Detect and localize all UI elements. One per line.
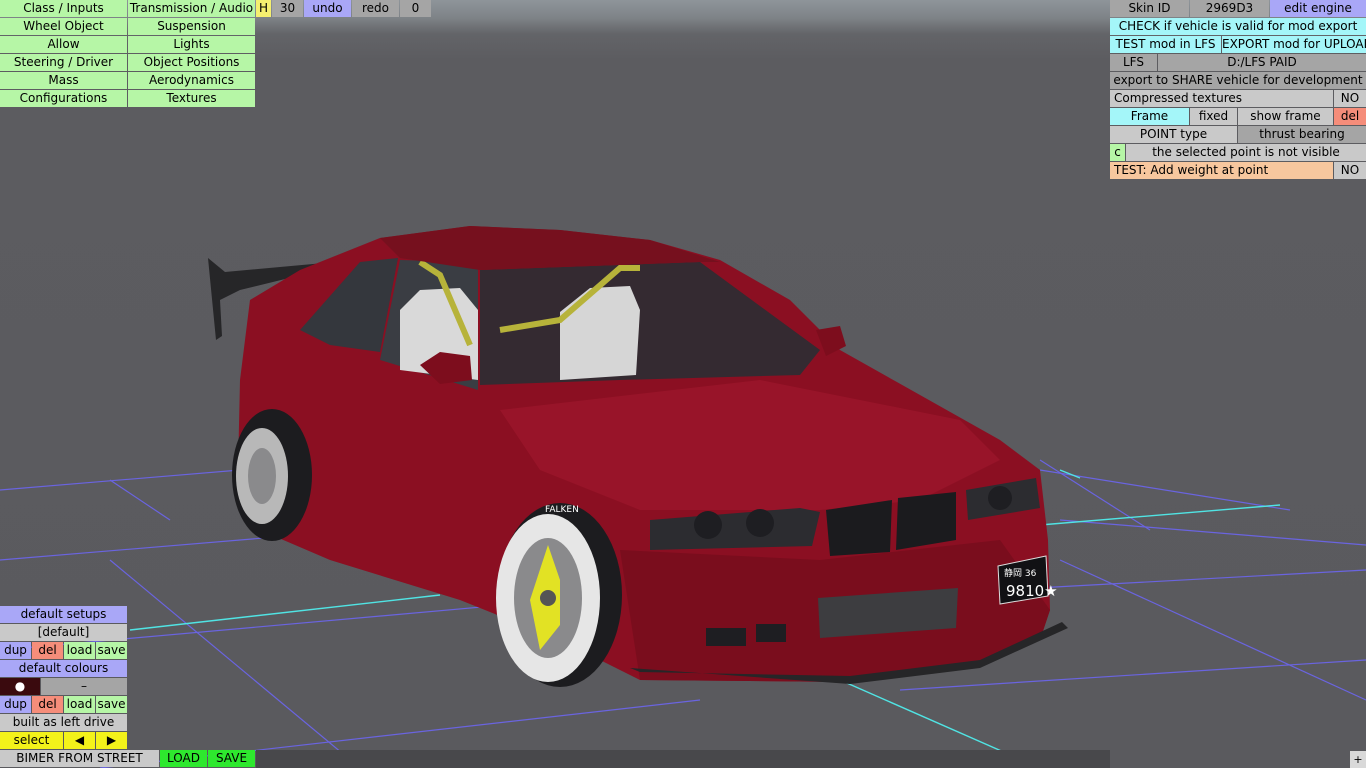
default-setups-header: default setups <box>0 606 127 623</box>
allow-button[interactable]: Allow <box>0 36 127 53</box>
h-value-field[interactable]: 30 <box>272 0 303 17</box>
textures-button[interactable]: Textures <box>128 90 255 107</box>
colour-slot[interactable]: – <box>41 678 127 695</box>
add-weight-button[interactable]: TEST: Add weight at point <box>1110 162 1333 179</box>
built-as-left-drive-toggle[interactable]: built as left drive <box>0 714 127 731</box>
export-share-button[interactable]: export to SHARE vehicle for development <box>1110 72 1366 89</box>
load-vehicle-button[interactable]: LOAD <box>160 750 207 767</box>
setup-select[interactable]: [default] <box>0 624 127 641</box>
setup-dup-button[interactable]: dup <box>0 642 31 659</box>
redo-button[interactable]: redo <box>352 0 399 17</box>
headlight-left-lens <box>694 511 722 539</box>
export-upload-button[interactable]: EXPORT mod for UPLOAD <box>1222 36 1366 53</box>
tyre-brand: FALKEN <box>545 505 579 515</box>
setup-save-button[interactable]: save <box>96 642 127 659</box>
transmission-audio-button[interactable]: Transmission / Audio <box>128 0 255 17</box>
vehicle-name-field[interactable]: BIMER FROM STREET <box>0 750 159 767</box>
del-frame-button[interactable]: del <box>1334 108 1366 125</box>
thrust-bearing-select[interactable]: thrust bearing <box>1238 126 1366 143</box>
suspension-button[interactable]: Suspension <box>128 18 255 35</box>
next-arrow-button[interactable]: ▶ <box>96 732 127 749</box>
kidney-grille-right <box>896 492 956 550</box>
fog-light-left <box>706 628 746 646</box>
class-inputs-button[interactable]: Class / Inputs <box>0 0 127 17</box>
colour-del-button[interactable]: del <box>32 696 63 713</box>
c-toggle-button[interactable]: c <box>1110 144 1125 161</box>
plate-line1: 静岡 36 <box>1004 567 1037 579</box>
show-frame-button[interactable]: show frame <box>1238 108 1333 125</box>
lfs-label: LFS <box>1110 54 1157 71</box>
compressed-textures-toggle[interactable]: NO <box>1334 90 1366 107</box>
bottom-status-bar <box>256 750 1110 768</box>
point-status-text: the selected point is not visible <box>1126 144 1366 161</box>
colour-save-button[interactable]: save <box>96 696 127 713</box>
headlight-right-lens <box>988 486 1012 510</box>
car-model: 静岡 36 9810★ FALKEN <box>208 226 1068 687</box>
redo-count: 0 <box>400 0 431 17</box>
select-button[interactable]: select <box>0 732 63 749</box>
steering-driver-button[interactable]: Steering / Driver <box>0 54 127 71</box>
lfs-path-field[interactable]: D:/LFS PAID <box>1158 54 1366 71</box>
compressed-textures-label: Compressed textures <box>1110 90 1333 107</box>
setup-del-button[interactable]: del <box>32 642 63 659</box>
plus-button[interactable]: + <box>1350 751 1366 768</box>
skin-id-value[interactable]: 2969D3 <box>1190 0 1269 17</box>
configurations-button[interactable]: Configurations <box>0 90 127 107</box>
colour-dup-button[interactable]: dup <box>0 696 31 713</box>
h-toggle-button[interactable]: H <box>256 0 271 17</box>
save-vehicle-button[interactable]: SAVE <box>208 750 255 767</box>
prev-arrow-button[interactable]: ◀ <box>64 732 95 749</box>
colour-swatch[interactable]: ● <box>0 678 40 695</box>
colour-load-button[interactable]: load <box>64 696 95 713</box>
setup-load-button[interactable]: load <box>64 642 95 659</box>
check-valid-button[interactable]: CHECK if vehicle is valid for mod export <box>1110 18 1366 35</box>
skin-id-label: Skin ID <box>1110 0 1189 17</box>
rear-wheel <box>232 409 312 541</box>
frame-button[interactable]: Frame <box>1110 108 1189 125</box>
headlight-left-lens-2 <box>746 509 774 537</box>
plate-line2: 9810★ <box>1006 582 1058 600</box>
fixed-button[interactable]: fixed <box>1190 108 1237 125</box>
object-positions-button[interactable]: Object Positions <box>128 54 255 71</box>
mass-button[interactable]: Mass <box>0 72 127 89</box>
default-colours-header: default colours <box>0 660 127 677</box>
point-type-label: POINT type <box>1110 126 1237 143</box>
edit-engine-button[interactable]: edit engine <box>1270 0 1366 17</box>
undo-button[interactable]: undo <box>304 0 351 17</box>
fog-light-right <box>756 624 786 642</box>
add-weight-toggle[interactable]: NO <box>1334 162 1366 179</box>
lights-button[interactable]: Lights <box>128 36 255 53</box>
wheel-object-button[interactable]: Wheel Object <box>0 18 127 35</box>
test-mod-button[interactable]: TEST mod in LFS <box>1110 36 1221 53</box>
aerodynamics-button[interactable]: Aerodynamics <box>128 72 255 89</box>
